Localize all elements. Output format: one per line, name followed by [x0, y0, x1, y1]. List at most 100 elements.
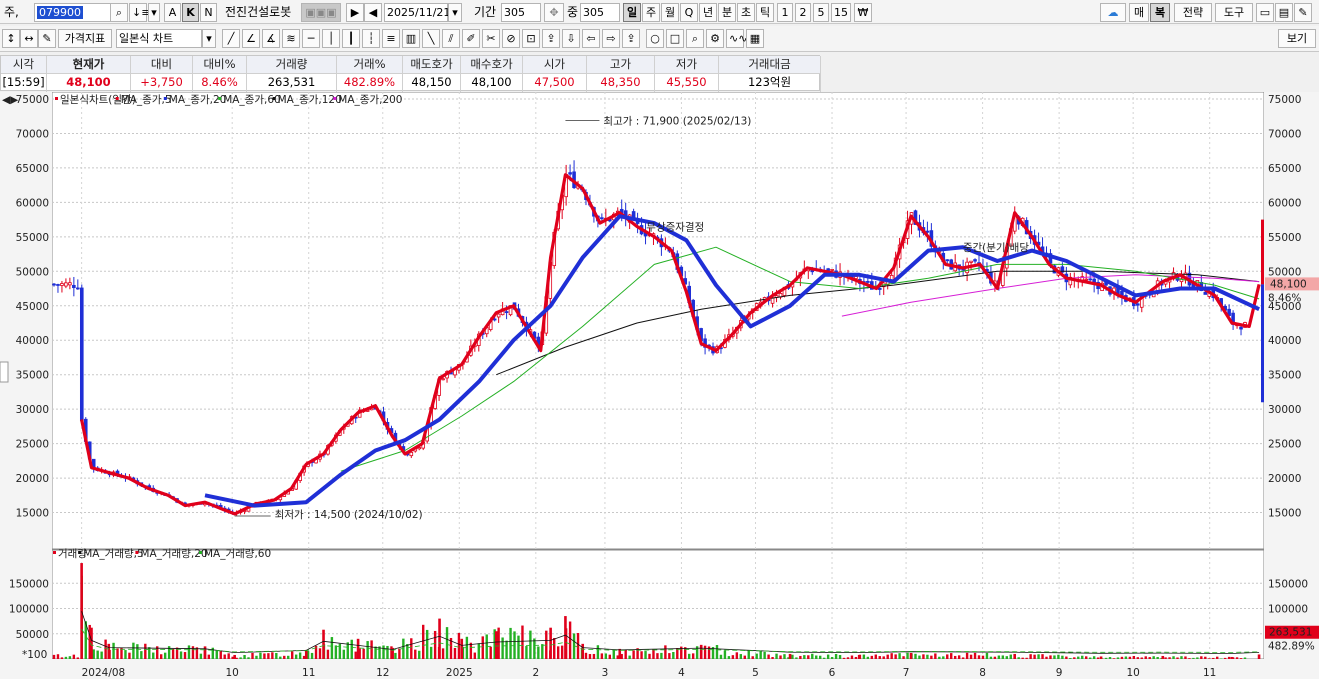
angle-icon[interactable]: ∠: [242, 29, 260, 48]
folder-icon[interactable]: ▭: [1256, 3, 1274, 22]
save-icon[interactable]: ▤: [1275, 3, 1293, 22]
regression-icon[interactable]: ≋: [282, 29, 300, 48]
quote-table: 시각 현재가 대비 대비% 거래량 거래% 매도호가 매수호가 시가 고가 저가…: [0, 55, 821, 92]
interval-tab-tick[interactable]: 틱: [756, 3, 774, 22]
cloud-icon[interactable]: ☁: [1100, 3, 1126, 22]
buy-button[interactable]: 매: [1129, 3, 1149, 22]
mode-button-a[interactable]: A: [164, 3, 181, 22]
sort-icon[interactable]: ↓≡: [129, 3, 150, 22]
right-arrow-icon[interactable]: ⇨: [602, 29, 620, 48]
volume-bar: [799, 655, 802, 659]
edit-icon[interactable]: ✎: [38, 29, 56, 48]
stock-chart[interactable]: 15000 15000 20000 20000 25000 25000 30000 30000…: [0, 92, 1319, 679]
volume-bar: [294, 654, 298, 659]
y-tick-label-right: 15000: [1268, 508, 1301, 520]
date-field[interactable]: 2025/11/21: [384, 3, 450, 22]
quote-volume-pct: 482.89%: [337, 74, 403, 92]
pen-icon[interactable]: ✐: [462, 29, 480, 48]
y-tick-label-left: 15000: [16, 508, 49, 520]
volume-bar: [76, 657, 80, 659]
view-button[interactable]: 보기: [1278, 29, 1316, 48]
left-arrow-icon[interactable]: ⇦: [582, 29, 600, 48]
search-icon[interactable]: ⌕: [110, 3, 128, 22]
channel-icon[interactable]: ┆: [362, 29, 380, 48]
cycle-icon[interactable]: ╲: [422, 29, 440, 48]
vline-icon[interactable]: │: [322, 29, 340, 48]
volume-bar: [1148, 657, 1151, 659]
wrench-icon[interactable]: ✎: [1294, 3, 1312, 22]
y-tick-label-right: 55000: [1268, 232, 1301, 244]
fib-icon[interactable]: ≡: [382, 29, 400, 48]
volume-bar: [1164, 657, 1167, 659]
interval-tab-day[interactable]: 일: [623, 3, 641, 22]
volume-bar: [1168, 657, 1171, 659]
volume-bar: [882, 656, 885, 659]
volume-bar: [525, 646, 528, 659]
interval-tab-2[interactable]: 2: [795, 3, 811, 22]
interval-tab-year[interactable]: 년: [699, 3, 717, 22]
left-panel-toggle[interactable]: [0, 361, 9, 383]
period-input[interactable]: 305: [501, 3, 541, 22]
interval-tab-week[interactable]: 주: [642, 3, 660, 22]
interval-tab-1[interactable]: 1: [777, 3, 793, 22]
prev-icon[interactable]: ◀: [364, 3, 382, 22]
volume-bar: [644, 651, 647, 659]
vgrid-icon[interactable]: ┃: [342, 29, 360, 48]
interval-tab-month[interactable]: 월: [661, 3, 679, 22]
interval-tab-5[interactable]: 5: [813, 3, 829, 22]
volume-bar: [469, 642, 473, 659]
mode-button-k[interactable]: K: [182, 3, 199, 22]
current-volume-label: 263,531: [1269, 627, 1312, 639]
select-icon[interactable]: ⊡: [522, 29, 540, 48]
zoom-input[interactable]: 305: [580, 3, 620, 22]
volume-bar: [354, 651, 357, 659]
cut-icon[interactable]: ✂: [482, 29, 500, 48]
expand-horizontal-icon[interactable]: ↔: [20, 29, 38, 48]
fan-icon[interactable]: ∡: [262, 29, 280, 48]
multi-button[interactable]: 복: [1150, 3, 1170, 22]
volume-bar: [997, 655, 1001, 659]
hline-icon[interactable]: ─: [302, 29, 320, 48]
stock-code-input[interactable]: 079900: [34, 3, 116, 22]
gann-icon[interactable]: ▥: [402, 29, 420, 48]
interval-tab-minute[interactable]: 분: [718, 3, 736, 22]
volume-bar: [418, 650, 421, 659]
parallel-icon[interactable]: ⫽: [442, 29, 460, 48]
volume-bar: [779, 655, 782, 659]
chart-type-dropdown-icon[interactable]: ▾: [202, 29, 216, 48]
interval-tab-15[interactable]: 15: [831, 3, 851, 22]
volume-bar: [310, 652, 314, 659]
share-icon[interactable]: ⇪: [622, 29, 640, 48]
down-arrow-icon[interactable]: ⇩: [562, 29, 580, 48]
interval-tab-quarter[interactable]: Q: [680, 3, 698, 22]
dropdown-icon[interactable]: ▾: [148, 3, 160, 22]
stock-info-icons[interactable]: ▣▣▣: [301, 3, 341, 22]
volume-bar: [993, 656, 997, 659]
settings-interval-icon[interactable]: ₩: [854, 3, 872, 22]
interval-tab-second[interactable]: 초: [737, 3, 755, 22]
current-change-label: 8.46%: [1268, 292, 1301, 304]
settings-icon[interactable]: ⚙: [706, 29, 724, 48]
indicator-button[interactable]: 가격지표: [58, 29, 112, 48]
wave-icon[interactable]: ∿∿: [726, 29, 747, 48]
mode-button-n[interactable]: N: [200, 3, 217, 22]
zoom-icon[interactable]: ⌕: [686, 29, 704, 48]
y-tick-label-left: 20000: [16, 473, 49, 485]
chart-type-select[interactable]: 일본식 차트: [116, 29, 202, 48]
zoom-icon[interactable]: ✥: [544, 3, 564, 22]
grid-icon[interactable]: ▦: [746, 29, 764, 48]
up-arrow-icon[interactable]: ⇪: [542, 29, 560, 48]
rect-icon[interactable]: □: [666, 29, 684, 48]
strategy-button[interactable]: 전략: [1174, 3, 1212, 22]
expand-vertical-icon[interactable]: ↕: [2, 29, 20, 48]
circle-icon[interactable]: ○: [646, 29, 664, 48]
erase-icon[interactable]: ⊘: [502, 29, 520, 48]
trendline-icon[interactable]: ╱: [222, 29, 240, 48]
play-icon[interactable]: ▶: [346, 3, 364, 22]
tools-button[interactable]: 도구: [1215, 3, 1253, 22]
volume-bar: [596, 645, 600, 659]
volume-bar: [1017, 657, 1020, 659]
date-dropdown-icon[interactable]: ▾: [448, 3, 462, 22]
volume-bar: [199, 653, 203, 659]
volume-bar: [1053, 655, 1056, 659]
